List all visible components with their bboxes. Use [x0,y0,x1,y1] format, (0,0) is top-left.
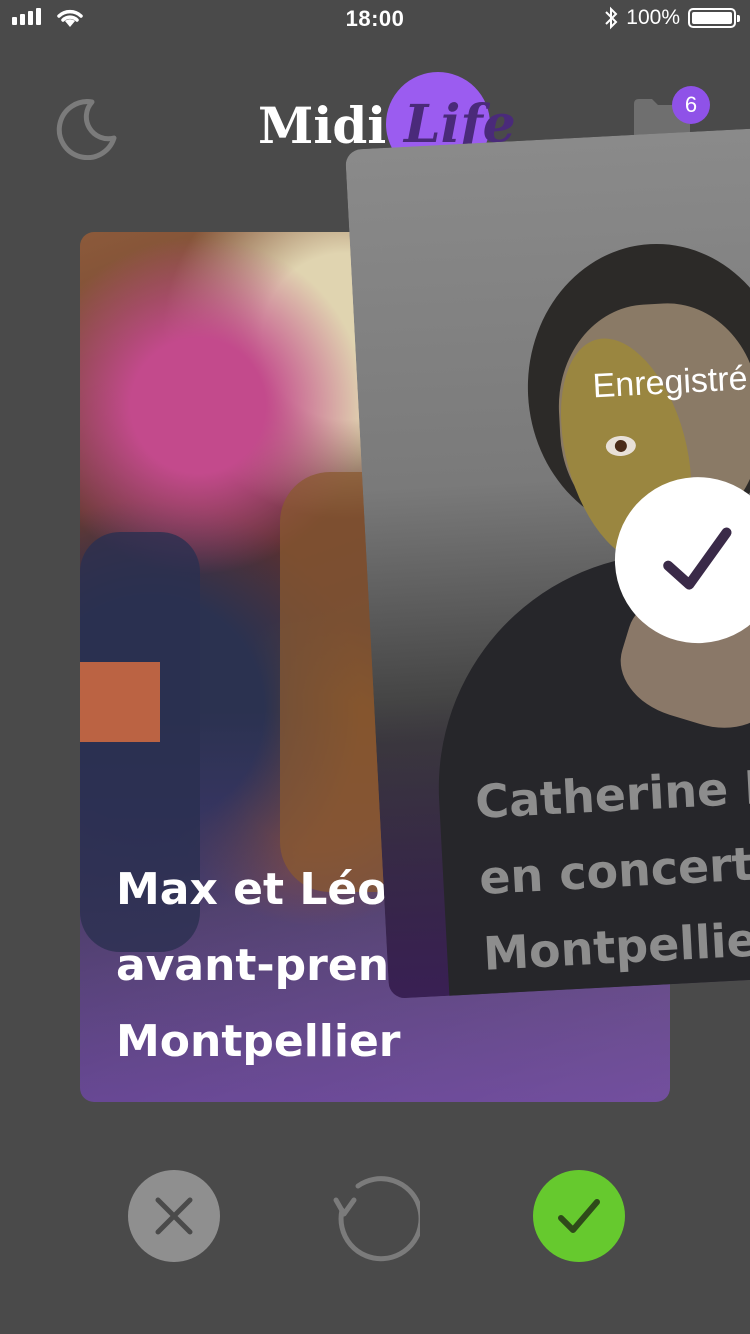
event-card-front[interactable]: Enregistré Catherine R en concert à Mont… [345,120,750,999]
undo-button[interactable] [328,1170,420,1262]
close-icon [155,1197,193,1235]
check-icon [663,527,732,590]
status-right: 100% [604,6,740,30]
dislike-button[interactable] [128,1170,220,1262]
saved-count-badge: 6 [672,86,710,124]
moon-icon[interactable] [56,98,118,160]
event-title: Catherine R en concert à Montpellier [473,759,750,981]
undo-icon [333,1176,420,1262]
battery-percent: 100% [626,6,680,29]
saved-label: Enregistré [591,359,749,406]
bluetooth-icon [605,6,618,30]
battery-icon [688,8,740,28]
status-bar: 18:00 100% [0,0,750,40]
card-photo-detail [80,662,160,742]
like-button[interactable] [533,1170,625,1262]
battery-level [692,12,732,24]
logo-text-midi: Midi [258,96,387,155]
check-icon [558,1199,600,1233]
